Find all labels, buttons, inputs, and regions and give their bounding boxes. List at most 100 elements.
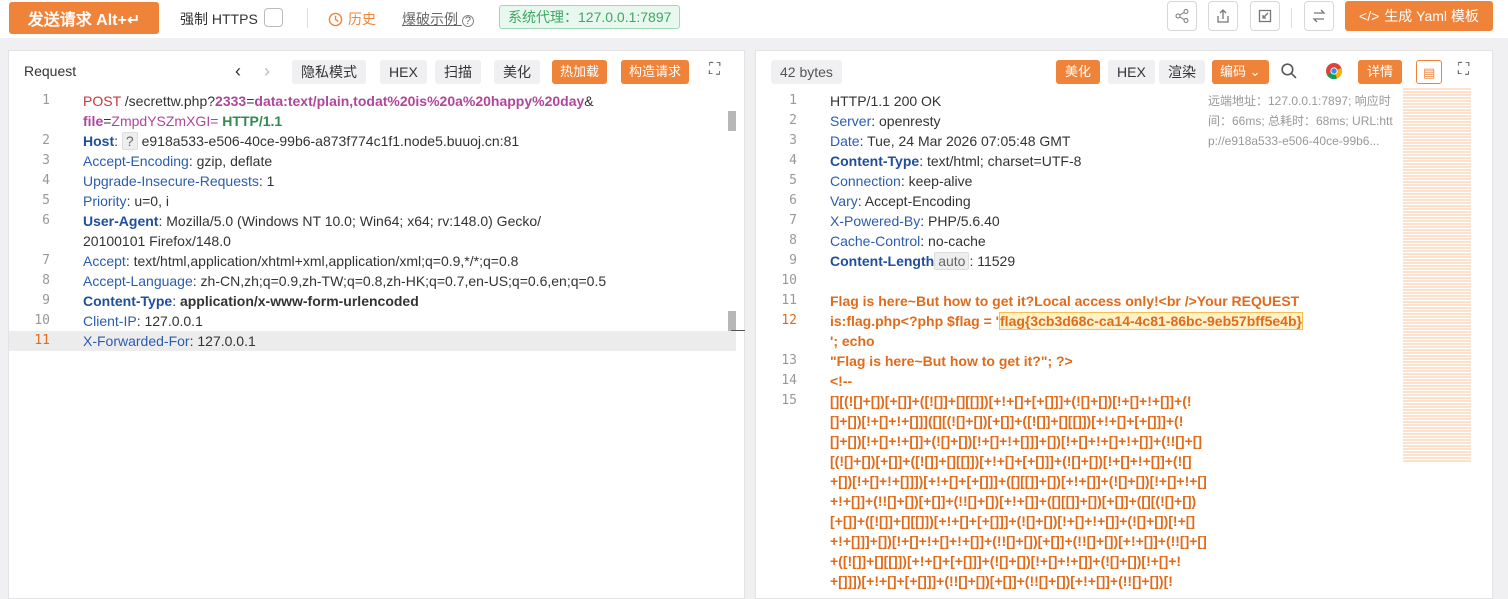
encoding-label: 编码 [1220, 64, 1247, 79]
remote-info: 远端地址：127.0.0.1:7897; 响应时间：66ms; 总耗时：68ms… [1208, 94, 1393, 148]
header-vary: Vary: Accept-Encoding [830, 193, 971, 209]
request-line: POST /secrettw.php?2333=data:text/plain,… [83, 93, 594, 109]
response-minimap[interactable] [1403, 88, 1471, 463]
brute-example-link[interactable]: 爆破示例 ? [402, 9, 474, 29]
code-icon: </> [1359, 8, 1380, 24]
header-value: keep-alive [908, 173, 973, 189]
header-value: zh-CN,zh;q=0.9,zh-TW;q=0.8,zh-HK;q=0.7,e… [200, 273, 607, 289]
line-number: 8 [789, 233, 797, 248]
jsfuck-line: +[])[!+[]+!+[]]])[+!+[]+[+[]]]+([][[]]+[… [830, 473, 1207, 489]
header-connection: Connection: keep-alive [830, 173, 973, 189]
divider [307, 8, 308, 28]
divider [1291, 8, 1292, 28]
comment-icon: ▤ [1423, 65, 1436, 80]
header-value: u=0, i [134, 193, 169, 209]
hex-button[interactable]: HEX [1108, 60, 1155, 84]
beautify-button[interactable]: 美化 [1056, 60, 1101, 84]
header-value: application/x-www-form-urlencoded [179, 293, 419, 309]
send-request-button[interactable]: 发送请求 Alt+↵ [9, 2, 159, 34]
import-button[interactable] [1250, 1, 1280, 31]
force-https-label: 强制 HTTPS [180, 11, 258, 27]
line-number: 3 [42, 153, 50, 168]
scroll-marker [728, 111, 736, 131]
generate-yaml-label: 生成 Yaml 模板 [1384, 8, 1479, 24]
header-user-agent: User-Agent: Mozilla/5.0 (Windows NT 10.0… [83, 213, 542, 229]
top-toolbar: 发送请求 Alt+↵ 强制 HTTPS 历史 爆破示例 ? 系统代理：127.0… [0, 0, 1508, 38]
header-date: Date: Tue, 24 Mar 2026 07:05:48 GMT [830, 133, 1071, 149]
jsfuck-line: +!+[]]+(!![]+[])[+[]]+(!![]+[])[+!+[]]+(… [830, 493, 1197, 509]
auto-badge[interactable]: auto [934, 252, 970, 270]
share-icon [1175, 9, 1189, 23]
header-user-agent-cont: 20100101 Firefox/148.0 [83, 233, 231, 249]
line-number: 1 [42, 93, 50, 108]
header-value: 11529 [977, 253, 1016, 269]
swap-button[interactable] [1304, 1, 1334, 31]
render-button[interactable]: 渲染 [1159, 60, 1205, 84]
header-value: no-cache [928, 233, 986, 249]
detail-button[interactable]: 详情 [1358, 60, 1403, 84]
query-key: file [83, 113, 104, 129]
encoding-dropdown[interactable]: 编码 ⌄ [1212, 60, 1269, 84]
header-value: 127.0.0.1 [197, 333, 256, 349]
chrome-icon[interactable] [1325, 62, 1343, 83]
generate-yaml-button[interactable]: </> 生成 Yaml 模板 [1345, 1, 1493, 31]
request-title: Request [24, 63, 77, 79]
body-text: is:flag.php<?php $flag = ' [830, 313, 1000, 329]
clock-icon [328, 12, 343, 26]
privacy-mode-button[interactable]: 隐私模式 [292, 60, 366, 84]
header-value: text/html; charset=UTF-8 [926, 153, 1082, 169]
line-number: 11 [781, 293, 797, 308]
scan-button[interactable]: 扫描 [435, 60, 481, 84]
host-value: e918a533-e506-40ce-99b6-a873f774c1f1.nod… [141, 133, 520, 149]
line-number: 15 [781, 393, 797, 408]
header-value: openresty [879, 113, 941, 129]
line-number: 5 [789, 173, 797, 188]
jsfuck-line: +!+[]]]+[])[!+[]+!+[]+!+[]]+(!![]+[])[+[… [830, 533, 1207, 549]
search-icon[interactable] [1280, 62, 1297, 82]
help-icon: ? [461, 15, 474, 27]
forward-arrow-icon[interactable]: › [264, 61, 270, 82]
swap-arrows-icon [1312, 9, 1326, 23]
jsfuck-line: []+[])[!+[]+!+[]]+(![]+[])[!+[]+!+[]]]+[… [830, 433, 1203, 449]
jsfuck-line: []+[])[!+[]+!+[]]]([][(![]+[])[+[]]+([![… [830, 413, 1184, 429]
header-value: 127.0.0.1 [144, 313, 203, 329]
beautify-button[interactable]: 美化 [494, 60, 540, 84]
line-number: 4 [42, 173, 50, 188]
body-line: <!-- [830, 373, 853, 389]
header-accept-encoding: Accept-Encoding: gzip, deflate [83, 153, 273, 169]
line-number: 10 [34, 313, 50, 328]
force-https-checkbox[interactable] [264, 8, 283, 27]
jsfuck-line: [(![]+[])[+[]]+([![]]+[][[]])[+!+[]+[+[]… [830, 453, 1192, 469]
hot-load-button[interactable]: 热加载 [552, 60, 608, 84]
query-key: 2333 [215, 93, 247, 109]
header-host: Host: ? e918a533-e506-40ce-99b6-a873f774… [83, 132, 520, 150]
construct-request-button[interactable]: 构造请求 [621, 60, 690, 84]
header-value: Mozilla/5.0 (Windows NT 10.0; Win64; x64… [166, 213, 542, 229]
hex-button[interactable]: HEX [380, 60, 427, 84]
line-number: 9 [42, 293, 50, 308]
export-button[interactable] [1208, 1, 1238, 31]
line-number: 4 [789, 153, 797, 168]
comment-button[interactable]: ▤ [1416, 60, 1443, 84]
http-method: POST [83, 93, 121, 109]
fullscreen-icon[interactable]: ⛶ [1458, 61, 1469, 79]
upload-icon [1217, 9, 1229, 23]
fullscreen-icon[interactable]: ⛶ [709, 61, 720, 79]
header-content-length: Content-Length auto: 11529 [830, 252, 1016, 270]
header-value: 20100101 Firefox/148.0 [83, 233, 231, 249]
flag-highlight[interactable]: flag{3cb3d68c-ca14-4c81-86bc-9eb57bff5e4… [999, 312, 1303, 330]
header-value: text/html,application/xhtml+xml,applicat… [133, 253, 519, 269]
system-proxy-badge[interactable]: 系统代理：127.0.0.1:7897 [499, 5, 681, 29]
back-arrow-icon[interactable]: ‹ [235, 61, 241, 82]
line-number: 12 [781, 313, 797, 328]
line-number: 2 [789, 113, 797, 128]
help-badge[interactable]: ? [121, 132, 138, 150]
header-x-powered-by: X-Powered-By: PHP/5.6.40 [830, 213, 1000, 229]
header-accept: Accept: text/html,application/xhtml+xml,… [83, 253, 519, 269]
share-button[interactable] [1167, 1, 1197, 31]
history-link[interactable]: 历史 [328, 9, 376, 29]
header-priority: Priority: u=0, i [83, 193, 169, 209]
query-value: data:text/plain,todat%20is%20a%20happy%2… [254, 93, 585, 109]
header-value: 1 [266, 173, 275, 189]
line-number: 1 [789, 93, 797, 108]
